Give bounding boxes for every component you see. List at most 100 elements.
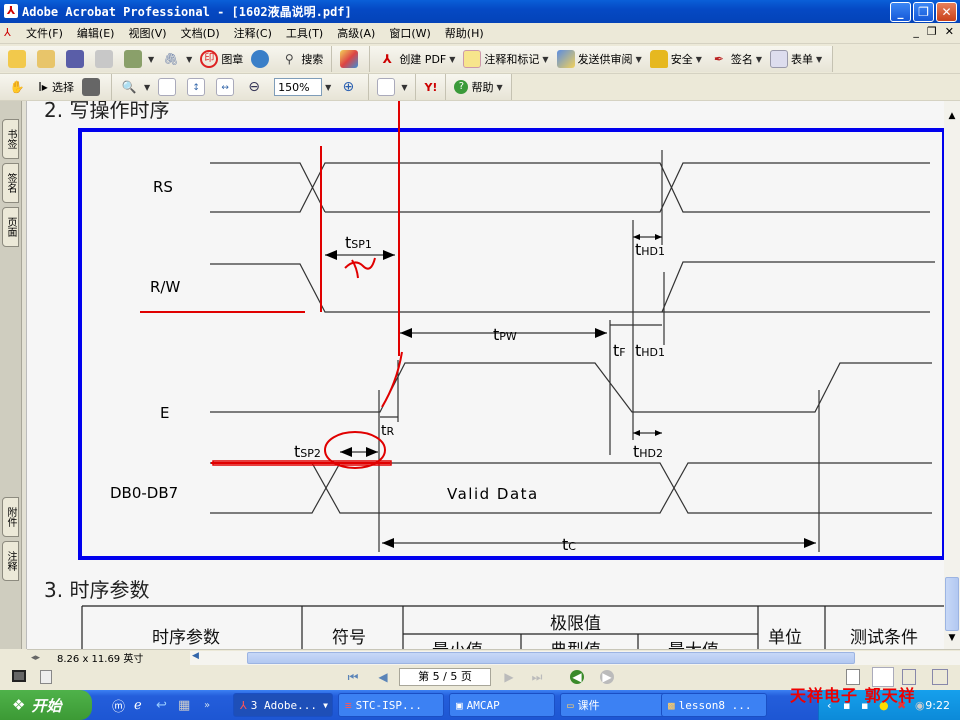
clock[interactable]: 9:22	[925, 699, 950, 712]
start-button[interactable]: ❖ 开始	[0, 690, 92, 720]
file-cabinet-button[interactable]: ▼	[124, 50, 154, 68]
close-button[interactable]: ✕	[936, 2, 957, 22]
last-page-button[interactable]: ⏭	[530, 670, 544, 684]
stc-task-icon: ≡	[345, 698, 352, 712]
zoom-out-button[interactable]: ⊖	[245, 78, 266, 96]
snapshot-button[interactable]	[82, 78, 103, 96]
sign-button[interactable]: ✒ 签名 ▼	[710, 50, 762, 68]
navigation-pane-toggle-icon[interactable]	[12, 670, 26, 682]
quick-launch-ie-icon[interactable]: ℯ	[134, 698, 142, 713]
task-amcap[interactable]: ▣ AMCAP	[449, 693, 555, 717]
save-button[interactable]	[66, 50, 87, 68]
menu-file[interactable]: 文件(F)	[26, 25, 63, 41]
attach-button[interactable]: 🖇 ▼	[162, 50, 193, 68]
db-waveform	[210, 462, 932, 514]
vertical-scroll-thumb[interactable]	[945, 577, 959, 631]
rw-waveform	[210, 263, 930, 313]
next-page-button[interactable]: ▶	[502, 670, 516, 684]
windows-logo-icon: ❖	[12, 696, 26, 714]
forms-button[interactable]: 表单 ▼	[770, 50, 822, 68]
stamp-label: 图章	[221, 53, 244, 66]
create-pdf-button[interactable]: ⅄ 创建 PDF ▼	[378, 50, 456, 68]
fit-page-button[interactable]: ↕	[187, 78, 208, 96]
search-button[interactable]: ⚲ 搜索	[280, 50, 323, 68]
sign-label: 签名	[730, 53, 753, 66]
email-button[interactable]	[251, 50, 272, 68]
fit-width-button[interactable]: ↔	[216, 78, 237, 96]
tab-attachments[interactable]: 附件	[2, 497, 19, 537]
quick-launch-maxthon-icon[interactable]: ⓜ	[112, 696, 125, 715]
zoom-in-button[interactable]: ⊕	[339, 78, 360, 96]
doc-restore-button[interactable]: ❐	[927, 25, 937, 38]
tray-volume-icon[interactable]: ◉	[915, 699, 925, 712]
previous-page-button[interactable]: ◀	[376, 670, 390, 684]
zoom-dropdown-icon[interactable]: ▼	[325, 83, 331, 92]
document-view[interactable]: 2. 写操作时序 RS R/W E DB0-DB7 Valid Data tSP…	[27, 101, 944, 649]
scroll-up-icon[interactable]: ▲	[945, 111, 959, 125]
first-page-button[interactable]: ⏮	[346, 670, 360, 684]
menu-tools[interactable]: 工具(T)	[286, 25, 323, 41]
quick-launch-calculator-icon[interactable]: ▦	[178, 698, 190, 713]
hand-tool-button[interactable]: ✋	[8, 78, 29, 96]
organizer-button[interactable]	[37, 50, 58, 68]
go-back-button[interactable]: ◀	[570, 670, 584, 684]
scroll-down-icon[interactable]: ▼	[945, 633, 959, 647]
tab-signatures[interactable]: 签名	[2, 163, 19, 203]
vertical-scrollbar[interactable]: ▲ ▼	[944, 101, 960, 649]
scroll-left-icon[interactable]: ◀	[192, 651, 199, 661]
open-folder-icon	[8, 50, 26, 68]
open-button[interactable]	[8, 50, 29, 68]
section-2-title: 2. 写操作时序	[44, 101, 169, 122]
doc-close-button[interactable]: ✕	[945, 25, 954, 38]
quick-launch-more-icon[interactable]: »	[204, 700, 210, 711]
rotate-button[interactable]: ▼	[377, 78, 407, 96]
tab-comments[interactable]: 注释	[2, 541, 19, 581]
quick-launch-back-icon[interactable]: ↩	[156, 698, 167, 713]
menu-edit[interactable]: 编辑(E)	[77, 25, 115, 41]
zoom-out-icon: ⊖	[248, 79, 261, 95]
menu-help[interactable]: 帮助(H)	[445, 25, 484, 41]
horizontal-scrollbar[interactable]: ◀ ▶	[190, 651, 960, 665]
facing-icon[interactable]	[932, 669, 948, 685]
tab-bookmarks[interactable]: 书签	[2, 119, 19, 159]
comment-markup-button[interactable]: 注释和标记 ▼	[463, 50, 549, 68]
actual-size-icon	[158, 78, 177, 96]
select-tool-button[interactable]: I▸ 选择	[37, 78, 74, 96]
tab-pages[interactable]: 页面	[2, 207, 19, 247]
restore-button[interactable]: ❐	[913, 2, 934, 22]
print-button[interactable]	[95, 50, 116, 68]
task-lesson8[interactable]: ▩ lesson8 ...	[661, 693, 767, 717]
page-icon[interactable]	[40, 670, 52, 684]
zoom-tool-button[interactable]: 🔍 ▼	[120, 78, 151, 96]
task-adobe[interactable]: ⅄ 3 Adobe... ▼	[233, 693, 333, 717]
menu-comments[interactable]: 注释(C)	[234, 25, 272, 41]
actual-size-button[interactable]	[158, 78, 179, 96]
menu-advanced[interactable]: 高级(A)	[337, 25, 375, 41]
paperclip-icon: 🖇	[163, 52, 179, 66]
binoculars-icon: ⚲	[284, 52, 294, 66]
minimize-button[interactable]: _	[890, 2, 911, 22]
page-number-field[interactable]: 第 5 / 5 页	[399, 668, 491, 686]
menu-document[interactable]: 文档(D)	[181, 25, 220, 41]
catalog-button[interactable]	[340, 50, 361, 68]
zoom-level-input[interactable]	[274, 78, 323, 96]
help-button[interactable]: ? 帮助 ▼	[454, 79, 503, 95]
doc-minimize-button[interactable]: _	[913, 25, 919, 38]
task-stc-isp[interactable]: ≡ STC-ISP...	[338, 693, 444, 717]
send-review-button[interactable]: 发送供审阅 ▼	[556, 50, 642, 68]
secure-button[interactable]: 安全 ▼	[649, 50, 702, 68]
yahoo-button[interactable]: Y!	[424, 81, 437, 94]
menu-window[interactable]: 窗口(W)	[389, 25, 430, 41]
zoom-in-icon: ⊕	[342, 79, 355, 95]
amcap-task-icon: ▣	[456, 698, 463, 712]
menu-view[interactable]: 视图(V)	[128, 25, 166, 41]
acrobat-icon: ⅄	[4, 4, 18, 18]
resize-handle-icon[interactable]: ◂▸	[31, 653, 40, 663]
camera-icon	[82, 78, 100, 96]
stamp-button[interactable]: 印图章	[200, 50, 243, 68]
task-courseware[interactable]: ▭ 课件	[560, 693, 666, 717]
go-forward-button[interactable]: ▶	[600, 670, 614, 684]
signal-rs-label: RS	[153, 178, 173, 196]
rotate-page-icon	[377, 78, 396, 96]
horizontal-scroll-thumb[interactable]	[247, 652, 855, 664]
